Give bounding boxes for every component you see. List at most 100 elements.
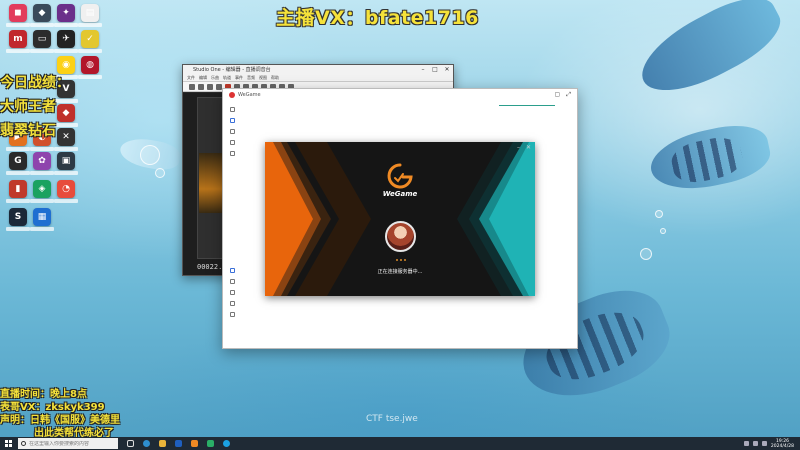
chat-icon[interactable] — [229, 129, 235, 134]
menu-item[interactable]: 视图 — [259, 75, 267, 81]
minimize-icon[interactable]: – — [517, 144, 520, 151]
overlay-line: 直播时间：晚上8点 — [0, 389, 87, 400]
desktop-shortcut-label — [54, 171, 78, 175]
minimize-icon[interactable]: – — [417, 66, 429, 73]
loading-dots — [396, 259, 406, 261]
app-icon: m — [9, 30, 27, 48]
desktop-shortcut[interactable]: S — [6, 208, 30, 232]
start-button[interactable] — [0, 437, 16, 450]
windows-icon — [4, 440, 12, 447]
avatar — [385, 221, 416, 252]
wechat-icon[interactable] — [204, 438, 216, 449]
wegame-splash[interactable]: – ✕ WeGame 正在连接服务器中... — [265, 142, 535, 296]
search-input[interactable] — [29, 440, 117, 447]
tool-icon[interactable] — [189, 83, 195, 90]
desktop-shortcut[interactable]: ◔ — [54, 180, 78, 204]
loading-progress-line — [499, 105, 555, 106]
restore-icon[interactable]: ▢ — [555, 91, 561, 99]
qq-icon[interactable] — [220, 438, 232, 449]
editor-titlebar[interactable]: Studio One - 编辑器 - 直播调音台 – □ ✕ — [183, 65, 453, 74]
wegame-icon[interactable] — [188, 438, 200, 449]
tool-icon[interactable] — [207, 83, 213, 90]
store-icon[interactable] — [229, 118, 235, 123]
splash-window-controls: – ✕ — [517, 144, 531, 151]
edge-icon[interactable] — [140, 438, 152, 449]
desktop-shortcut[interactable]: ✓ — [78, 30, 102, 54]
app-icon: ▮ — [9, 180, 27, 198]
desktop-shortcut[interactable]: ◆ — [54, 104, 78, 128]
library-icon[interactable] — [229, 151, 235, 156]
wegame-brand: WeGame — [382, 190, 418, 198]
menu-item[interactable]: 乐曲 — [211, 75, 219, 81]
desktop-shortcut-label — [78, 49, 102, 53]
desktop-shortcut-label — [54, 99, 78, 103]
app-icon: ◈ — [33, 180, 51, 198]
desktop-shortcut[interactable]: ✈ — [54, 30, 78, 54]
desktop-shortcut-label — [30, 23, 54, 27]
app-icon: ◆ — [57, 104, 75, 122]
clock-date: 2024/4/28 — [770, 443, 794, 449]
desktop-shortcut-label — [54, 147, 78, 151]
home-icon[interactable] — [229, 107, 235, 112]
desktop-shortcut[interactable]: m — [6, 30, 30, 54]
close-icon[interactable]: ✕ — [441, 66, 453, 73]
editor-menubar: 文件 编辑 乐曲 轨道 事件 音频 视图 帮助 — [183, 74, 453, 82]
menu-item[interactable]: 轨道 — [223, 75, 231, 81]
app-icon: ✈ — [57, 30, 75, 48]
app-icon: ◆ — [33, 4, 51, 22]
maximize-icon[interactable]: □ — [429, 66, 441, 73]
clock[interactable]: 19:26 2024/4/28 — [771, 439, 794, 449]
menu-item[interactable]: 事件 — [235, 75, 243, 81]
editor-window-title: Studio One - 编辑器 - 直播调音台 — [193, 67, 271, 73]
overlay-line: 翡翠钻石 — [0, 123, 56, 139]
desktop-shortcut-label — [6, 147, 30, 151]
desktop-shortcut[interactable]: ▤ — [78, 4, 102, 28]
help-icon[interactable] — [229, 290, 235, 295]
host-window-title: WeGame — [238, 91, 261, 98]
settings-icon[interactable] — [229, 279, 235, 284]
desktop-shortcut[interactable]: ▮ — [6, 180, 30, 204]
desktop-shortcut[interactable]: G — [6, 152, 30, 176]
profile-icon[interactable] — [229, 268, 235, 273]
network-icon[interactable] — [752, 441, 758, 446]
download-icon[interactable] — [229, 140, 235, 145]
tray-icon[interactable] — [743, 441, 749, 446]
desktop-shortcut-label — [30, 199, 54, 203]
desktop-shortcut[interactable]: ◆ — [30, 4, 54, 28]
volume-icon[interactable] — [761, 441, 767, 446]
tool-icon[interactable] — [198, 83, 204, 90]
app-icon: ✿ — [33, 152, 51, 170]
trash-icon[interactable] — [229, 301, 235, 306]
close-icon[interactable]: ✕ — [526, 144, 531, 151]
wallpaper-bubble — [155, 168, 165, 178]
desktop-shortcut[interactable]: ▣ — [54, 152, 78, 176]
expand-icon[interactable]: ⤢ — [566, 91, 571, 99]
desktop-shortcut[interactable]: ◍ — [78, 56, 102, 80]
search-icon — [21, 441, 26, 446]
desktop-shortcut-label — [6, 171, 30, 175]
menu-item[interactable]: 文件 — [187, 75, 195, 81]
menu-item[interactable]: 音频 — [247, 75, 255, 81]
explorer-icon[interactable] — [156, 438, 168, 449]
gear-icon[interactable] — [229, 312, 235, 317]
task-view-icon[interactable] — [124, 438, 136, 449]
wallpaper-bubble — [660, 228, 666, 234]
overlay-line: 表哥VX：zkskyk399 — [0, 402, 105, 413]
overlay-line: 声明：日韩《国服》美德里 — [0, 415, 120, 426]
desktop-shortcut[interactable]: ◈ — [30, 180, 54, 204]
desktop-shortcut[interactable]: ◼ — [6, 4, 30, 28]
wallpaper-bubble — [140, 145, 160, 165]
host-titlebar[interactable]: WeGame ▢ ⤢ — [223, 89, 577, 106]
desktop-shortcut[interactable]: ▦ — [30, 208, 54, 232]
wallpaper-bubble — [640, 248, 652, 260]
menu-item[interactable]: 编辑 — [199, 75, 207, 81]
menu-item[interactable]: 帮助 — [271, 75, 279, 81]
desktop-shortcut[interactable]: ✕ — [54, 128, 78, 152]
desktop-shortcut[interactable]: ✦ — [54, 4, 78, 28]
studio-one-icon[interactable] — [172, 438, 184, 449]
app-icon: ▦ — [33, 208, 51, 226]
desktop-shortcut[interactable]: ✿ — [30, 152, 54, 176]
taskbar-search[interactable] — [18, 438, 118, 449]
desktop-shortcut[interactable]: ▭ — [30, 30, 54, 54]
app-icon: ✕ — [57, 128, 75, 146]
